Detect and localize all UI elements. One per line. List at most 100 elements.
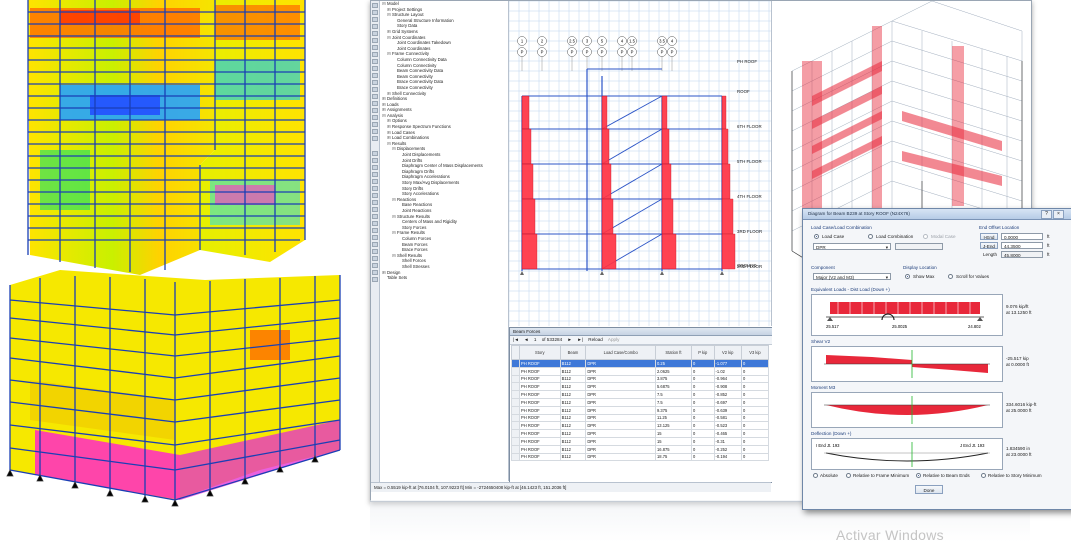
tool-button[interactable] xyxy=(372,52,378,57)
table-row[interactable]: PH ROOF B112 DPR 3.875 0 -0.964 0 xyxy=(511,374,770,384)
i-end-field[interactable]: 0.0000 xyxy=(1001,233,1043,240)
column-header[interactable]: P kip xyxy=(690,345,715,360)
row-header[interactable] xyxy=(511,413,520,423)
row-header[interactable] xyxy=(511,436,520,446)
tool-button[interactable] xyxy=(372,172,378,177)
table-row[interactable]: PH ROOF B112 DPR 9.375 0 -0.639 0 xyxy=(511,405,770,415)
tool-button[interactable] xyxy=(372,263,378,268)
tool-button[interactable] xyxy=(372,214,378,219)
table-row[interactable]: PH ROOF B112 DPR 15 0 -0.31 0 xyxy=(511,436,770,446)
elevation-view[interactable]: 1 P 2 P 2.5 P 3 P 5 P 4 P 1.5 P 3.5 P 4 P xyxy=(509,1,772,326)
row-header[interactable] xyxy=(511,397,520,407)
tool-button[interactable] xyxy=(372,249,378,254)
row-header[interactable] xyxy=(511,366,520,376)
first-page-button[interactable]: |◄ xyxy=(513,337,519,342)
tool-button[interactable] xyxy=(372,277,378,282)
tool-button[interactable] xyxy=(372,17,378,22)
tool-button[interactable] xyxy=(372,151,378,156)
tool-button[interactable] xyxy=(372,31,378,36)
column-header[interactable]: Beam xyxy=(559,345,587,360)
tool-button[interactable] xyxy=(372,158,378,163)
table-row[interactable]: PH ROOF B112 DPR 15 0 -0.465 0 xyxy=(511,429,770,438)
tool-button[interactable] xyxy=(372,193,378,198)
component-select[interactable]: Major (V2 and M3) ▾ xyxy=(813,273,891,280)
apply-button[interactable]: Apply xyxy=(608,337,620,342)
tool-button[interactable] xyxy=(372,122,378,127)
row-header[interactable] xyxy=(511,421,520,431)
help-button[interactable]: ? xyxy=(1041,210,1052,219)
tool-button[interactable] xyxy=(372,242,378,247)
j-end-button[interactable]: J-End xyxy=(980,242,998,249)
tree-item[interactable]: Table Sets xyxy=(380,275,508,281)
tool-button[interactable] xyxy=(372,165,378,170)
tool-button[interactable] xyxy=(372,136,378,141)
table-row[interactable]: PH ROOF B112 DPR 0.25 0 -1.077 0 xyxy=(511,359,770,368)
tool-button[interactable] xyxy=(372,45,378,50)
modal-case-field[interactable] xyxy=(895,243,943,250)
radio-rel-story-min[interactable] xyxy=(981,473,986,478)
tool-button[interactable] xyxy=(372,228,378,233)
reload-button[interactable]: Reload xyxy=(588,337,603,342)
tool-button[interactable] xyxy=(372,80,378,85)
radio-load-case[interactable] xyxy=(814,234,819,239)
tool-button[interactable] xyxy=(372,179,378,184)
tool-button[interactable] xyxy=(372,115,378,120)
tool-button[interactable] xyxy=(372,256,378,261)
table-row[interactable]: PH ROOF B112 DPR 13.125 0 -0.523 0 xyxy=(511,421,770,431)
tool-button[interactable] xyxy=(372,3,378,8)
column-header[interactable]: Story xyxy=(519,345,561,360)
next-page-button[interactable]: ► xyxy=(567,337,572,342)
tool-button[interactable] xyxy=(372,10,378,15)
tool-button[interactable] xyxy=(372,38,378,43)
i-end-button[interactable]: I-End xyxy=(980,233,998,240)
page-number[interactable]: 1 xyxy=(534,337,537,342)
load-case-select[interactable]: DPR ▾ xyxy=(813,243,891,250)
radio-absolute[interactable] xyxy=(813,473,818,478)
radio-load-combination[interactable] xyxy=(868,234,873,239)
done-button[interactable]: Done xyxy=(915,485,943,494)
tool-button[interactable] xyxy=(372,207,378,212)
tool-button[interactable] xyxy=(372,73,378,78)
tool-button[interactable] xyxy=(372,94,378,99)
tool-button[interactable] xyxy=(372,186,378,191)
close-icon[interactable]: × xyxy=(1053,210,1064,219)
row-header[interactable] xyxy=(511,382,520,392)
row-header[interactable] xyxy=(511,359,520,368)
row-header[interactable] xyxy=(511,374,520,384)
tool-button[interactable] xyxy=(372,101,378,106)
table-row[interactable]: PH ROOF B112 DPR 5.6875 0 -0.908 0 xyxy=(511,382,770,392)
last-page-button[interactable]: ►| xyxy=(577,337,583,342)
column-header[interactable]: V2 kip xyxy=(713,345,742,360)
prev-page-button[interactable]: ◄ xyxy=(524,337,529,342)
tool-button[interactable] xyxy=(372,200,378,205)
tool-button[interactable] xyxy=(372,270,378,275)
table-row[interactable]: PH ROOF B112 DPR 16.875 0 -0.252 0 xyxy=(511,444,770,454)
row-header[interactable] xyxy=(511,429,520,438)
row-header[interactable] xyxy=(511,452,520,462)
table-row[interactable]: PH ROOF B112 DPR 2.0625 0 -1.02 0 xyxy=(511,366,770,376)
radio-show-max[interactable] xyxy=(905,274,910,279)
radio-scroll-values[interactable] xyxy=(948,274,953,279)
tool-button[interactable] xyxy=(372,129,378,134)
tool-button[interactable] xyxy=(372,87,378,92)
table-row[interactable]: PH ROOF B112 DPR 7.5 0 -0.697 0 xyxy=(511,397,770,407)
row-header[interactable] xyxy=(511,444,520,454)
radio-rel-beam-ends[interactable] xyxy=(916,473,921,478)
radio-modal-case[interactable] xyxy=(923,234,928,239)
tool-button[interactable] xyxy=(372,235,378,240)
table-row[interactable]: PH ROOF B112 DPR 11.25 0 -0.581 0 xyxy=(511,413,770,423)
table-row[interactable]: PH ROOF B112 DPR 18.75 0 -0.194 0 xyxy=(511,452,770,462)
row-header[interactable] xyxy=(511,405,520,415)
tool-button[interactable] xyxy=(372,221,378,226)
column-header[interactable]: V3 kip xyxy=(740,345,770,360)
tool-button[interactable] xyxy=(372,24,378,29)
j-end-field[interactable]: 44.3500 xyxy=(1001,242,1043,249)
column-header[interactable]: Station ft xyxy=(655,345,692,360)
radio-rel-frame-min[interactable] xyxy=(846,473,851,478)
column-header[interactable]: Load Case/Combo xyxy=(585,345,657,360)
row-header[interactable] xyxy=(511,390,520,399)
tool-button[interactable] xyxy=(372,108,378,113)
table-row[interactable]: PH ROOF B112 DPR 7.5 0 -0.852 0 xyxy=(511,390,770,399)
tool-button[interactable] xyxy=(372,66,378,71)
tool-button[interactable] xyxy=(372,59,378,64)
